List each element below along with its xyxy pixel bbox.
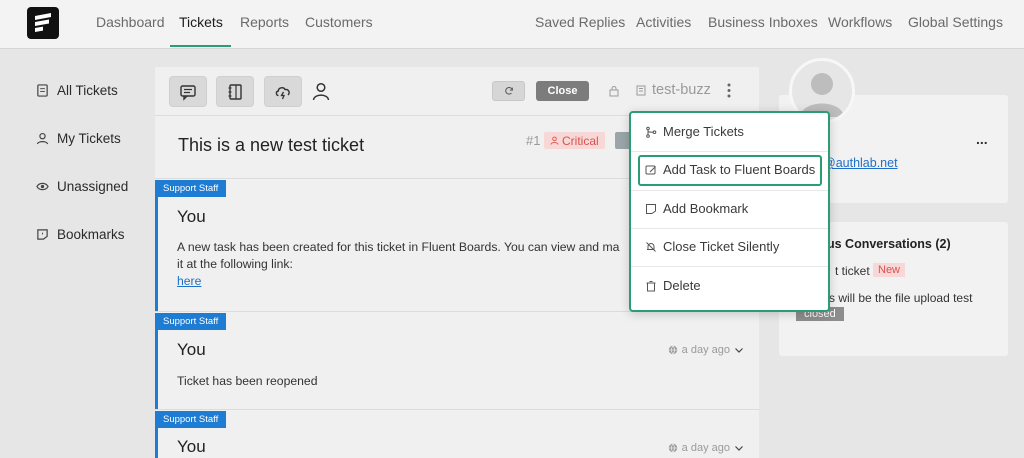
sidebar-item-label: My Tickets bbox=[57, 131, 121, 146]
menu-item-label: Add Task to Fluent Boards bbox=[663, 162, 816, 177]
menu-item-merge-tickets[interactable]: Merge Tickets bbox=[645, 124, 744, 139]
menu-item-label: Add Bookmark bbox=[663, 201, 749, 216]
logo-icon bbox=[35, 13, 51, 32]
top-navigation: Dashboard Tickets Reports Customers Save… bbox=[0, 0, 1024, 49]
cloud-lightning-icon bbox=[275, 86, 290, 99]
sidebar-item-all-tickets[interactable]: All Tickets bbox=[36, 83, 118, 98]
globe-icon bbox=[668, 345, 677, 355]
sidebar-item-label: Bookmarks bbox=[57, 227, 125, 242]
assign-user-icon[interactable] bbox=[311, 81, 331, 101]
document-icon bbox=[37, 84, 48, 97]
menu-divider bbox=[631, 151, 828, 152]
building-icon bbox=[636, 85, 646, 96]
user-icon bbox=[550, 136, 559, 145]
menu-item-label: Delete bbox=[663, 278, 701, 293]
ticket-toolbar: Close test-buzz bbox=[155, 67, 759, 116]
task-icon bbox=[645, 165, 656, 174]
nav-dashboard[interactable]: Dashboard bbox=[96, 14, 165, 30]
previous-conversations-title: us Conversations (2) bbox=[827, 237, 951, 251]
ticket-title: This is a new test ticket bbox=[178, 135, 365, 155]
menu-item-label: Close Ticket Silently bbox=[663, 239, 780, 254]
task-link[interactable]: here bbox=[177, 274, 201, 288]
sidebar-item-label: All Tickets bbox=[57, 83, 118, 98]
message-time[interactable]: a day ago bbox=[668, 344, 744, 356]
customer-email[interactable]: @authlab.net bbox=[823, 156, 898, 170]
previous-item-title[interactable]: s will be the file upload test bbox=[829, 291, 972, 305]
menu-divider bbox=[631, 266, 828, 267]
role-badge: Support Staff bbox=[155, 180, 227, 197]
message-author: You bbox=[177, 207, 206, 226]
app-logo[interactable] bbox=[27, 7, 59, 39]
close-ticket-button[interactable]: Close bbox=[536, 81, 589, 101]
eye-icon bbox=[36, 182, 49, 191]
globe-icon bbox=[668, 443, 677, 453]
conversation-item: Support Staff You a day ago Ticket has b… bbox=[155, 313, 759, 410]
menu-item-add-task-to-fluent-boards[interactable]: Add Task to Fluent Boards bbox=[645, 162, 815, 177]
message-time-label: a day ago bbox=[681, 442, 730, 454]
priority-label: Critical bbox=[562, 133, 599, 148]
message-time[interactable]: a day ago bbox=[668, 442, 744, 454]
note-button[interactable] bbox=[216, 76, 254, 107]
chevron-down-icon[interactable] bbox=[734, 443, 744, 453]
menu-item-label: Merge Tickets bbox=[663, 124, 744, 139]
previous-item-title[interactable]: t ticket bbox=[835, 264, 870, 278]
more-actions-menu: Merge Tickets Add Task to Fluent Boards … bbox=[629, 111, 830, 312]
bookmark-icon bbox=[37, 229, 48, 240]
more-actions-button[interactable] bbox=[724, 81, 734, 103]
message-line: it at the following link: bbox=[177, 257, 293, 271]
nav-workflows[interactable]: Workflows bbox=[828, 14, 892, 30]
customer-more-button[interactable]: ... bbox=[976, 131, 988, 147]
sidebar-item-unassigned[interactable]: Unassigned bbox=[36, 179, 128, 194]
menu-item-add-bookmark[interactable]: Add Bookmark bbox=[645, 201, 748, 216]
sidebar-item-my-tickets[interactable]: My Tickets bbox=[36, 131, 121, 146]
active-tab-indicator bbox=[170, 45, 231, 47]
ticket-number: #1 bbox=[526, 133, 541, 148]
priority-badge: Critical bbox=[544, 132, 605, 149]
staff-indicator-bar bbox=[155, 180, 158, 311]
nav-activities[interactable]: Activities bbox=[636, 14, 691, 30]
vertical-dots-icon bbox=[727, 83, 731, 98]
menu-divider bbox=[631, 190, 828, 191]
mailbox-name[interactable]: test-buzz bbox=[652, 82, 711, 98]
refresh-button[interactable] bbox=[492, 81, 525, 101]
message-line: A new task has been created for this tic… bbox=[177, 240, 620, 254]
refresh-icon bbox=[504, 86, 513, 95]
message-time-label: a day ago bbox=[681, 344, 730, 356]
sidebar-item-label: Unassigned bbox=[57, 179, 129, 194]
bell-off-icon bbox=[646, 241, 656, 252]
user-icon bbox=[36, 132, 49, 145]
sidebar-item-bookmarks[interactable]: Bookmarks bbox=[36, 227, 125, 242]
menu-divider bbox=[631, 228, 828, 229]
nav-reports[interactable]: Reports bbox=[240, 14, 289, 30]
status-badge-new: New bbox=[873, 263, 906, 277]
notebook-icon bbox=[228, 83, 242, 100]
message-author: You bbox=[177, 437, 206, 456]
conversation-item: Support Staff You a day ago bbox=[155, 411, 759, 458]
sync-button[interactable] bbox=[264, 76, 302, 107]
trash-icon bbox=[646, 280, 656, 291]
message-author: You bbox=[177, 340, 206, 359]
chevron-down-icon[interactable] bbox=[734, 345, 744, 355]
nav-customers[interactable]: Customers bbox=[305, 14, 373, 30]
message-icon bbox=[180, 84, 196, 101]
lock-icon[interactable] bbox=[608, 85, 620, 97]
merge-icon bbox=[646, 126, 657, 138]
role-badge: Support Staff bbox=[155, 313, 227, 330]
menu-item-close-ticket-silently[interactable]: Close Ticket Silently bbox=[645, 239, 779, 254]
message-body: Ticket has been reopened bbox=[177, 374, 318, 388]
nav-tickets[interactable]: Tickets bbox=[179, 14, 223, 30]
reply-button[interactable] bbox=[169, 76, 207, 107]
nav-saved-replies[interactable]: Saved Replies bbox=[535, 14, 625, 30]
sidebar: All Tickets My Tickets Unassigned Bookma… bbox=[0, 50, 150, 458]
bookmark-icon bbox=[646, 203, 656, 214]
nav-global-settings[interactable]: Global Settings bbox=[908, 14, 1003, 30]
menu-item-delete[interactable]: Delete bbox=[645, 278, 701, 293]
role-badge: Support Staff bbox=[155, 411, 227, 428]
message-body: A new task has been created for this tic… bbox=[177, 239, 647, 290]
nav-business-inboxes[interactable]: Business Inboxes bbox=[708, 14, 818, 30]
